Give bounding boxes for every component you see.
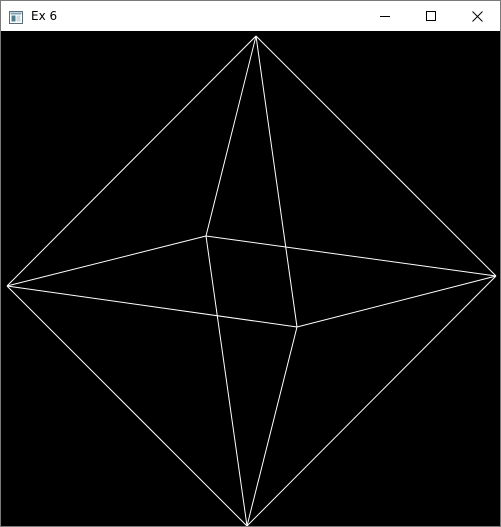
maximize-icon xyxy=(426,11,436,21)
drawing-canvas[interactable] xyxy=(1,31,500,526)
app-window-icon xyxy=(9,9,23,24)
edge-bottom-right xyxy=(246,275,497,526)
close-button[interactable] xyxy=(454,1,500,31)
app-window: Ex 6 xyxy=(0,0,501,527)
maximize-button[interactable] xyxy=(408,1,454,31)
edge-top-right xyxy=(255,35,497,277)
edge-bottom-back xyxy=(205,235,248,526)
edge-bottom-front xyxy=(246,326,298,526)
window-title: Ex 6 xyxy=(31,9,58,23)
edge-top-front xyxy=(255,35,298,328)
minimize-button[interactable] xyxy=(362,1,408,31)
edge-right-front xyxy=(296,275,497,328)
edge-right-back xyxy=(205,235,497,277)
edge-top-left xyxy=(6,35,257,287)
close-icon xyxy=(471,10,483,22)
edge-left-front xyxy=(6,285,298,328)
title-bar[interactable]: Ex 6 xyxy=(1,1,500,31)
edge-left-back xyxy=(6,235,207,287)
octahedron-wireframe xyxy=(6,35,497,526)
minimize-icon xyxy=(380,16,390,17)
edge-top-back xyxy=(205,35,257,237)
edge-bottom-left xyxy=(6,285,248,526)
